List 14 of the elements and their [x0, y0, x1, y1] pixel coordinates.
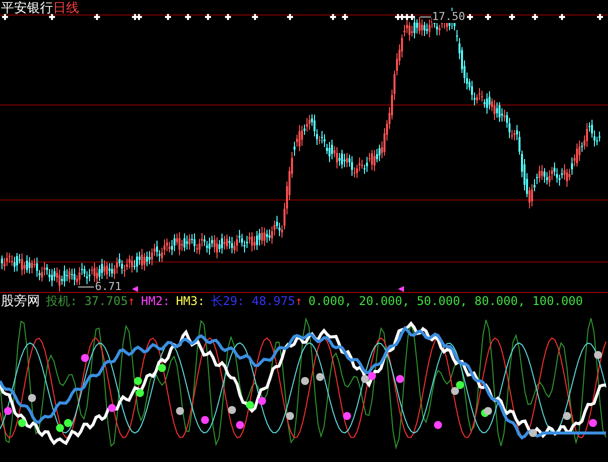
low-price-label: 6.71: [95, 281, 122, 293]
indicator-value: HM2:: [141, 294, 170, 309]
indicator-value: 投机: 37.705: [46, 294, 128, 309]
indicator-name: 股旁网: [1, 293, 40, 308]
stock-name: 平安银行: [1, 0, 53, 16]
triangle-marker-icon: [398, 286, 404, 292]
up-arrow-text: ↑: [295, 294, 302, 309]
indicator-value: 长29: 48.975: [210, 294, 296, 309]
indicator-value: 0.000, 20.000, 50.000, 80.000, 100.000: [308, 294, 583, 309]
triangle-marker-icon: [132, 286, 138, 292]
up-arrow-text: ↑: [128, 294, 136, 309]
period-label: 日线: [53, 0, 79, 16]
high-price-label: 17.50: [432, 11, 466, 23]
indicator-value: HM3:: [176, 294, 205, 309]
